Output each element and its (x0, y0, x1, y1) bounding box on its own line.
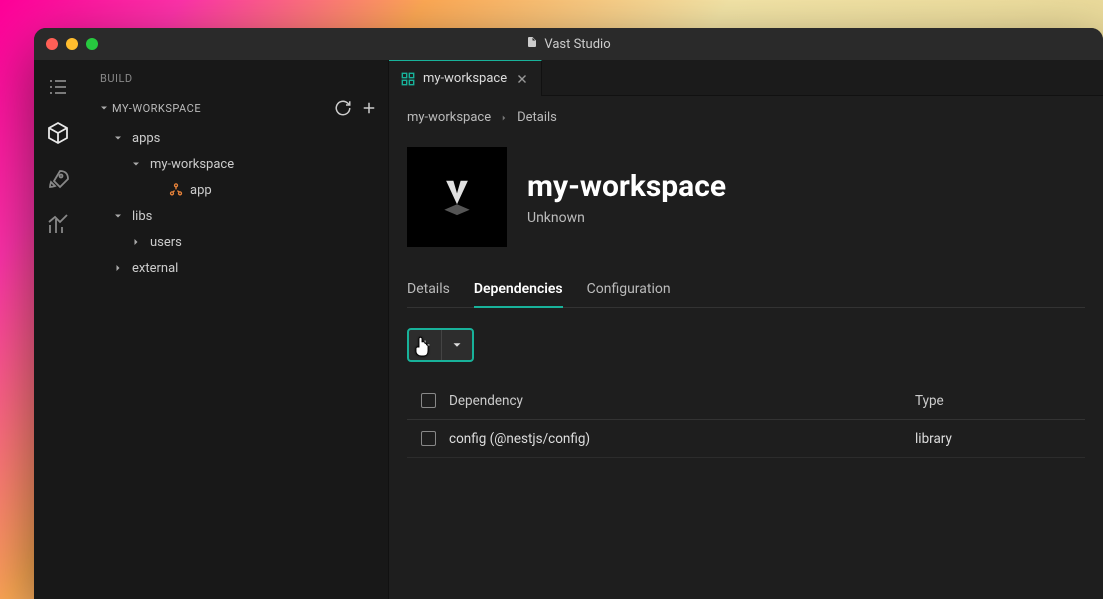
select-all-checkbox[interactable] (421, 393, 436, 408)
tree-label: app (190, 183, 212, 198)
breadcrumb-item[interactable]: my-workspace (407, 110, 491, 125)
add-icon[interactable] (360, 99, 378, 117)
tree-folder-my-workspace[interactable]: my-workspace (82, 151, 388, 177)
tree-folder-users[interactable]: users (82, 229, 388, 255)
tree-folder-libs[interactable]: libs (82, 203, 388, 229)
breadcrumb-item[interactable]: Details (517, 110, 557, 125)
window-minimize-button[interactable] (66, 38, 78, 50)
chevron-down-icon (112, 209, 126, 223)
activity-tasks-icon[interactable] (45, 74, 71, 100)
window-close-button[interactable] (46, 38, 58, 50)
tree-label: apps (132, 131, 160, 146)
module-icon (168, 182, 184, 198)
grid-icon (401, 72, 415, 86)
dependencies-table: Dependency Type config (@nestjs/config) … (407, 382, 1085, 458)
activity-bar (34, 60, 82, 599)
close-icon[interactable] (515, 72, 529, 86)
cell-dependency: config (@nestjs/config) (449, 431, 915, 447)
row-checkbox[interactable] (421, 431, 436, 446)
tree-label: my-workspace (150, 157, 234, 172)
workspace-label: MY-WORKSPACE (112, 102, 201, 115)
tree-item-app[interactable]: app (82, 177, 388, 203)
activity-package-icon[interactable] (45, 120, 71, 146)
sidebar: BUILD MY-WORKSPACE apps (82, 60, 388, 599)
window-title: Vast Studio (34, 35, 1103, 53)
page-subtitle: Unknown (527, 210, 726, 226)
tab-details[interactable]: Details (407, 271, 450, 307)
tree-label: users (150, 235, 182, 250)
tab-dependencies[interactable]: Dependencies (474, 271, 563, 307)
content-area: my-workspace Details my-workspace (389, 96, 1103, 599)
project-thumbnail (407, 147, 507, 247)
header-block: my-workspace Unknown (407, 147, 1085, 247)
toolbar (407, 328, 1085, 362)
activity-analytics-icon[interactable] (45, 212, 71, 238)
tree-folder-apps[interactable]: apps (82, 125, 388, 151)
activity-rocket-icon[interactable] (45, 166, 71, 192)
chevron-right-icon (499, 113, 509, 123)
page-title: my-workspace (527, 169, 726, 204)
header-info: my-workspace Unknown (527, 169, 726, 226)
editor-tabbar: my-workspace (389, 60, 1103, 96)
chevron-right-icon (130, 235, 144, 249)
traffic-lights (46, 38, 98, 50)
cell-type: library (915, 431, 1085, 447)
chevron-right-icon (112, 261, 126, 275)
sidebar-section-label: BUILD (82, 60, 388, 95)
subtabs: Details Dependencies Configuration (407, 271, 1085, 308)
table-header-row: Dependency Type (407, 382, 1085, 420)
window-title-text: Vast Studio (544, 37, 610, 52)
tab-configuration[interactable]: Configuration (587, 271, 671, 307)
refresh-icon[interactable] (334, 99, 352, 117)
window-zoom-button[interactable] (86, 38, 98, 50)
tree: apps my-workspace app libs (82, 121, 388, 281)
editor-tab-my-workspace[interactable]: my-workspace (389, 60, 542, 96)
chevron-down-icon (112, 131, 126, 145)
chevron-down-icon (98, 101, 112, 115)
tree-folder-external[interactable]: external (82, 255, 388, 281)
tree-label: libs (132, 209, 152, 224)
file-icon (526, 35, 538, 53)
column-header-dependency[interactable]: Dependency (449, 393, 915, 409)
add-dependency-button[interactable] (407, 328, 474, 362)
tree-label: external (132, 261, 178, 276)
title-bar: Vast Studio (34, 28, 1103, 60)
plus-icon[interactable] (409, 330, 442, 360)
chevron-down-icon[interactable] (442, 330, 472, 360)
breadcrumb: my-workspace Details (407, 110, 1085, 125)
table-row[interactable]: config (@nestjs/config) library (407, 420, 1085, 458)
main-area: my-workspace my-workspace Details (388, 60, 1103, 599)
tab-label: my-workspace (423, 71, 507, 86)
column-header-type[interactable]: Type (915, 393, 1085, 409)
chevron-down-icon (130, 157, 144, 171)
tree-header[interactable]: MY-WORKSPACE (82, 95, 388, 121)
app-window: Vast Studio BUILD MY-WORKSPACE (34, 28, 1103, 599)
